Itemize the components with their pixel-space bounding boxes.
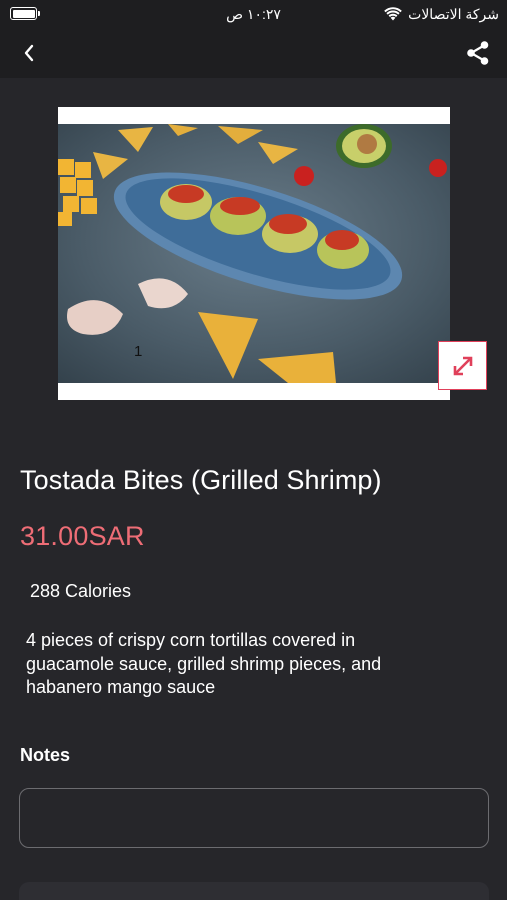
expand-arrows-icon	[453, 356, 472, 375]
wifi-icon	[384, 7, 402, 21]
status-bar: ١٠:٢٧ ص شركة الاتصالات	[0, 0, 507, 28]
product-price: 31.00SAR	[20, 521, 145, 551]
share-icon	[467, 41, 489, 65]
chevron-left-icon	[24, 44, 34, 62]
product-image-frame: 1	[58, 107, 450, 400]
notes-input[interactable]	[19, 788, 489, 848]
carrier-name: شركة الاتصالات	[408, 5, 499, 22]
back-button[interactable]	[12, 38, 46, 68]
bottom-card	[19, 882, 489, 900]
status-right: شركة الاتصالات	[384, 5, 499, 23]
food-photo: 1	[58, 124, 450, 383]
notes-label: Notes	[20, 745, 71, 765]
product-description: 4 pieces of crispy corn tortillas covere…	[26, 630, 382, 697]
app-header	[0, 28, 507, 78]
image-marker: 1	[134, 343, 142, 360]
calories-label: 288 Calories	[30, 581, 132, 601]
share-button[interactable]	[461, 37, 495, 69]
expand-image-button[interactable]	[438, 341, 487, 390]
product-image: 1	[58, 124, 450, 383]
product-title: Tostada Bites (Grilled Shrimp)	[20, 465, 382, 495]
